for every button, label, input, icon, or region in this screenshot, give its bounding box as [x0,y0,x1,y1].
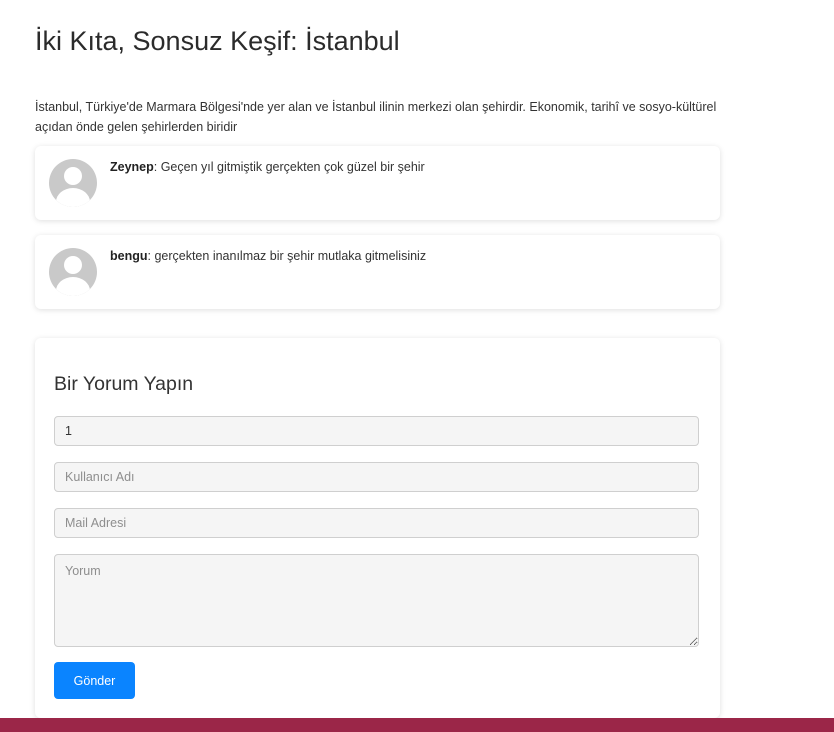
page-title: İki Kıta, Sonsuz Keşif: İstanbul [35,26,400,56]
comment-card: Zeynep: Geçen yıl gitmiştik gerçekten ço… [35,146,720,220]
comment-form: Bir Yorum Yapın Gönder [35,338,720,718]
footer-bar [0,718,834,732]
comment-author: Zeynep [110,160,154,174]
comment-field[interactable] [54,554,699,647]
comment-card: bengu: gerçekten inanılmaz bir şehir mut… [35,235,720,309]
avatar-icon [49,248,97,296]
username-field[interactable] [54,462,699,492]
comment-author: bengu [110,249,148,263]
comment-text: bengu: gerçekten inanılmaz bir şehir mut… [110,249,426,263]
form-title: Bir Yorum Yapın [54,373,194,395]
submit-button[interactable]: Gönder [54,662,135,699]
intro-paragraph: İstanbul, Türkiye'de Marmara Bölgesi'nde… [35,100,717,134]
comment-body: : Geçen yıl gitmiştik gerçekten çok güze… [153,160,425,174]
email-field[interactable] [54,508,699,538]
comment-body: : gerçekten inanılmaz bir şehir mutlaka … [147,249,427,263]
avatar-icon [49,159,97,207]
id-field[interactable] [54,416,699,446]
comment-text: Zeynep: Geçen yıl gitmiştik gerçekten ço… [110,160,425,174]
